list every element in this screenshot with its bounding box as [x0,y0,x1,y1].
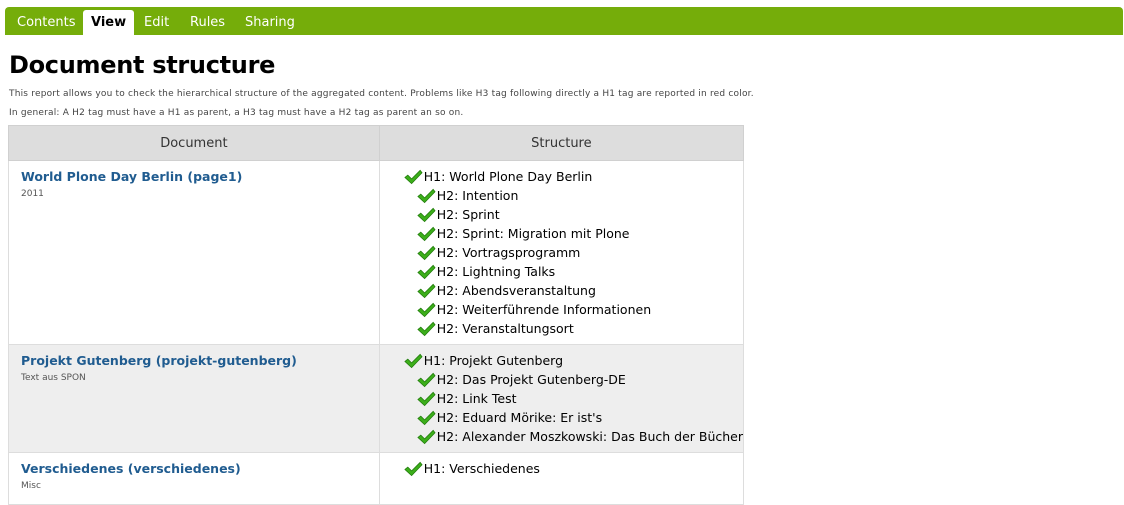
tab-view[interactable]: View [83,10,135,35]
structure-report-table: Document Structure World Plone Day Berli… [8,125,745,505]
check-icon [417,372,436,387]
heading-item-h2: H2: Sprint [404,205,743,224]
check-icon [417,410,436,425]
heading-text: H2: Sprint [436,207,500,222]
document-link[interactable]: Projekt Gutenberg (projekt-gutenberg) [21,353,379,368]
tab-edit[interactable]: Edit [136,10,177,35]
heading-item-h2: H2: Das Projekt Gutenberg-DE [404,370,743,389]
heading-structure-list: H1: World Plone Day Berlin H2: Intention H… [404,167,743,338]
check-icon [417,264,436,279]
document-cell: Verschiedenes (verschiedenes) Misc [8,452,380,505]
heading-item-h2: H2: Alexander Moszkowski: Das Buch der B… [404,427,743,446]
heading-text: H2: Intention [436,188,519,203]
heading-item-h2: H2: Sprint: Migration mit Plone [404,224,743,243]
table-row: Verschiedenes (verschiedenes) Misc H1: Ver… [8,452,745,505]
document-description: 2011 [21,189,44,199]
check-icon [417,188,436,203]
heading-item-h2: H2: Link Test [404,389,743,408]
heading-item-h2: H2: Weiterführende Informationen [404,300,743,319]
check-icon [417,283,436,298]
heading-item-h2: H2: Eduard Mörike: Er ist's [404,408,743,427]
document-description: Misc [21,481,41,491]
tab-contents[interactable]: Contents [9,10,83,35]
check-icon [404,169,423,184]
heading-text: H2: Abendsveranstaltung [436,283,596,298]
heading-text: H2: Sprint: Migration mit Plone [436,226,630,241]
check-icon [417,226,436,241]
check-icon [404,353,423,368]
heading-text: H2: Das Projekt Gutenberg-DE [436,372,626,387]
heading-item-h2: H2: Abendsveranstaltung [404,281,743,300]
heading-structure-list: H1: Verschiedenes [404,459,743,478]
check-icon [417,429,436,444]
structure-cell: H1: Projekt Gutenberg H2: Das Projekt Gut… [378,344,745,453]
heading-text: H2: Vortragsprogramm [436,245,581,260]
check-icon [417,302,436,317]
check-icon [417,321,436,336]
check-icon [417,391,436,406]
heading-text: H2: Weiterführende Informationen [436,302,652,317]
document-cell: World Plone Day Berlin (page1) 2011 [8,160,380,345]
structure-cell: H1: World Plone Day Berlin H2: Intention H… [378,160,745,345]
report-description: This report allows you to check the hier… [9,89,754,99]
column-header-document: Document [8,125,380,161]
table-header-row: Document Structure [8,125,745,161]
heading-item-h2: H2: Lightning Talks [404,262,743,281]
check-icon [417,245,436,260]
page-title: Document structure [9,51,276,79]
heading-text: H1: Verschiedenes [423,461,540,476]
heading-text: H2: Eduard Mörike: Er ist's [436,410,603,425]
heading-text: H2: Link Test [436,391,517,406]
heading-item-h2: H2: Veranstaltungsort [404,319,743,338]
heading-text: H1: Projekt Gutenberg [423,353,564,368]
heading-text: H2: Lightning Talks [436,264,556,279]
check-icon [404,461,423,476]
check-icon [417,207,436,222]
heading-item-h1: H1: Projekt Gutenberg [404,351,743,370]
heading-text: H2: Veranstaltungsort [436,321,574,336]
heading-item-h2: H2: Intention [404,186,743,205]
heading-structure-list: H1: Projekt Gutenberg H2: Das Projekt Gut… [404,351,743,446]
table-row: Projekt Gutenberg (projekt-gutenberg) Tex… [8,344,745,453]
column-header-structure: Structure [378,125,745,161]
content-tab-bar: Contents View Edit Rules Sharing [5,7,1123,35]
report-rule-note: In general: A H2 tag must have a H1 as p… [9,108,464,118]
heading-text: H2: Alexander Moszkowski: Das Buch der B… [436,429,743,444]
structure-cell: H1: Verschiedenes [378,452,745,505]
document-description: Text aus SPON [21,373,86,383]
heading-text: H1: World Plone Day Berlin [423,169,593,184]
document-link[interactable]: Verschiedenes (verschiedenes) [21,461,379,476]
heading-item-h2: H2: Vortragsprogramm [404,243,743,262]
heading-item-h1: H1: Verschiedenes [404,459,743,478]
tab-sharing[interactable]: Sharing [237,10,303,35]
document-link[interactable]: World Plone Day Berlin (page1) [21,169,379,184]
document-cell: Projekt Gutenberg (projekt-gutenberg) Tex… [8,344,380,453]
tab-rules[interactable]: Rules [182,10,233,35]
table-row: World Plone Day Berlin (page1) 2011 H1: Wo… [8,160,745,345]
heading-item-h1: H1: World Plone Day Berlin [404,167,743,186]
